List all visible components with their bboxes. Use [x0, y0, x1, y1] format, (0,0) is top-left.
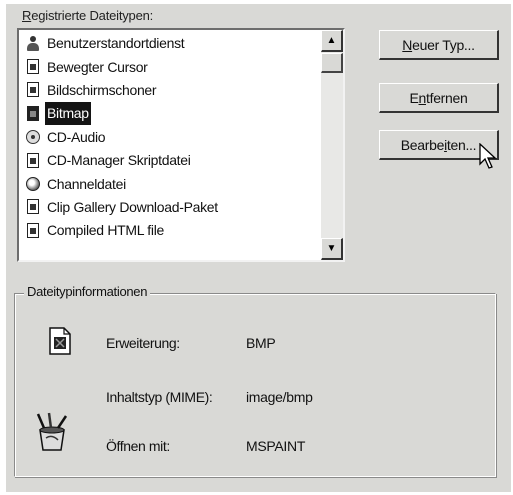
content-type-label: Inhaltstyp (MIME):: [106, 389, 213, 405]
globe-icon: [25, 176, 41, 192]
list-item-label: Benutzerstandortdienst: [47, 35, 185, 52]
list-item[interactable]: Bewegter Cursor: [21, 55, 321, 78]
list-item-label: Channeldatei: [47, 175, 126, 192]
paint-brush-cup-icon: [36, 412, 68, 451]
cd-icon: [25, 129, 41, 145]
list-item[interactable]: Benutzerstandortdienst: [21, 32, 321, 55]
list-item-label: Bewegter Cursor: [47, 58, 148, 75]
person-icon: [25, 35, 41, 52]
mouse-pointer-icon: [479, 143, 497, 169]
list-item[interactable]: Channeldatei: [21, 172, 321, 195]
content-type-value: image/bmp: [246, 389, 313, 405]
document-icon: [25, 199, 41, 215]
document-icon: [25, 59, 41, 75]
registered-file-types-label: Registrierte Dateitypen:: [22, 8, 154, 23]
list-item-label: Bildschirmschoner: [47, 81, 157, 98]
extension-value: BMP: [246, 335, 276, 351]
list-item-label: Clip Gallery Download-Paket: [47, 198, 218, 215]
new-type-button[interactable]: Neuer Typ...: [379, 30, 499, 60]
bitmap-file-icon: [49, 327, 71, 355]
arrow-up-icon: ▲: [326, 35, 337, 46]
scroll-down-button[interactable]: ▼: [321, 238, 343, 260]
cd-script-icon: [25, 152, 41, 169]
listbox-scrollbar[interactable]: ▲ ▼: [321, 30, 343, 260]
list-item[interactable]: Clip Gallery Download-Paket: [21, 196, 321, 219]
document-icon: [25, 222, 41, 239]
file-types-listbox[interactable]: Benutzerstandortdienst Bewegter Cursor Bil…: [17, 28, 345, 262]
list-item[interactable]: CD-Audio: [21, 126, 321, 149]
list-item-label: Compiled HTML file: [47, 222, 165, 239]
list-item[interactable]: CD-Manager Skriptdatei: [21, 149, 321, 172]
bitmap-icon: [25, 105, 41, 122]
file-types-list: Benutzerstandortdienst Bewegter Cursor Bil…: [21, 32, 321, 243]
list-item-label: Bitmap: [45, 102, 91, 126]
scroll-thumb[interactable]: [321, 53, 343, 73]
list-item-label: CD-Manager Skriptdatei: [47, 152, 191, 169]
arrow-down-icon: ▼: [326, 243, 337, 254]
document-icon: [25, 82, 41, 98]
file-type-info-title: Dateitypinformationen: [24, 284, 151, 299]
open-with-label: Öffnen mit:: [106, 438, 170, 454]
list-item-label: CD-Audio: [47, 128, 106, 145]
list-item[interactable]: Compiled HTML file: [21, 219, 321, 242]
remove-button[interactable]: En tfernen: [379, 83, 499, 113]
extension-label: Erweiterung:: [106, 335, 180, 351]
open-with-value: MSPAINT: [246, 438, 306, 454]
list-item[interactable]: Bildschirmschoner: [21, 79, 321, 102]
scroll-up-button[interactable]: ▲: [321, 30, 343, 52]
list-item[interactable]: Bitmap: [21, 102, 321, 126]
